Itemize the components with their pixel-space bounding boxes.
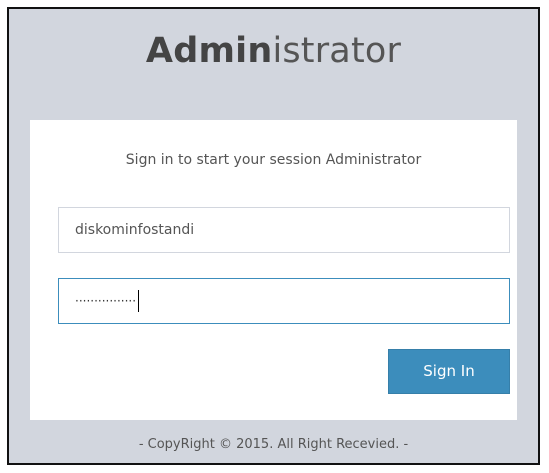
login-box-message: Sign in to start your session Administra… [125, 152, 422, 168]
login-box: Sign in to start your session Administra… [30, 120, 517, 420]
text-cursor [138, 290, 140, 312]
login-page: Administrator Sign in to start your sess… [7, 7, 540, 465]
logo-light-text: istrator [272, 31, 402, 71]
username-value: diskominfostandi [75, 222, 195, 238]
username-input[interactable]: diskominfostandi [58, 207, 510, 253]
password-value: ················ [75, 294, 137, 308]
app-logo: Administrator [9, 27, 538, 75]
footer-copyright: - CopyRight © 2015. All Right Recevied. … [138, 437, 409, 452]
sign-in-button[interactable]: Sign In [388, 349, 510, 394]
logo-bold-text: Admin [145, 31, 273, 71]
password-input[interactable]: ················ [58, 278, 510, 324]
